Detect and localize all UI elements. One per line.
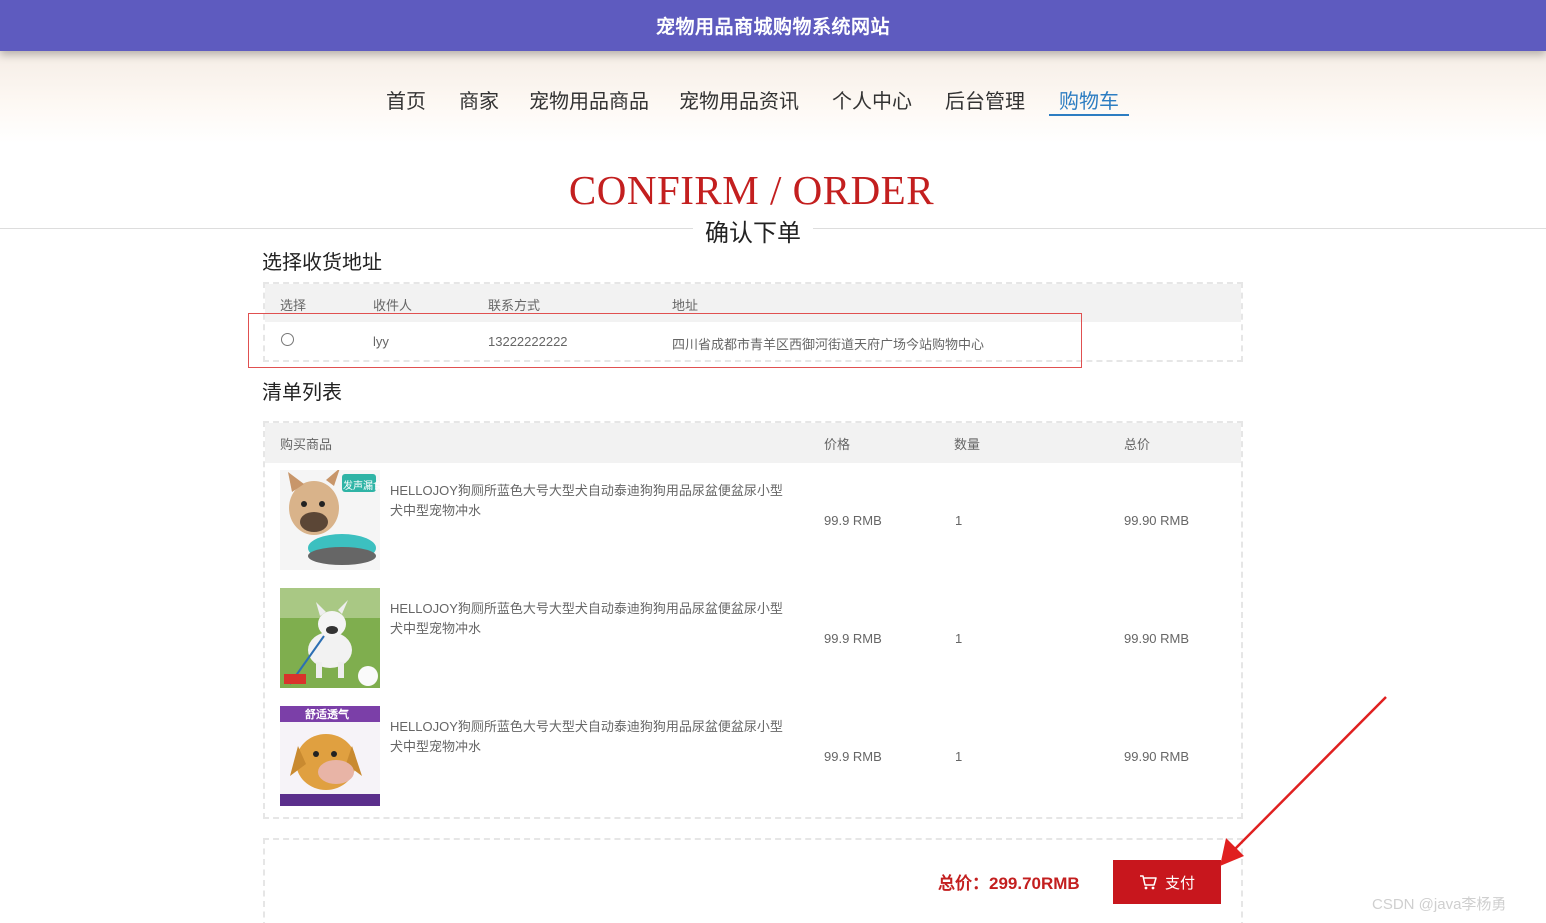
product-name[interactable]: HELLOJOY狗厕所蓝色大号大型犬自动泰迪狗狗用品尿盆便盆尿小型犬中型宠物冲水 [390,717,795,757]
cart-icon [1139,875,1157,890]
address-col-recipient: 收件人 [373,298,413,313]
thumbnail-tag: 舒适透气 [305,709,349,721]
nav-item-pet-news[interactable]: 宠物用品资讯 [679,85,799,114]
thumbnail-tag: 发声漏食 [343,481,383,492]
nav-item-home[interactable]: 首页 [386,85,426,114]
address-section-title: 选择收货地址 [262,252,382,274]
nav-active-underline [1049,114,1129,116]
page-title-cn: 确认下单 [693,213,813,248]
product-name[interactable]: HELLOJOY狗厕所蓝色大号大型犬自动泰迪狗狗用品尿盆便盆尿小型犬中型宠物冲水 [390,599,795,639]
order-col-price: 价格 [824,437,851,452]
highlight-annotation-box [248,313,1082,368]
product-total: 99.90 RMB [1124,513,1190,528]
product-thumbnail[interactable] [280,588,380,688]
watermark: CSDN @java李杨勇 [1372,896,1507,913]
site-title: 宠物用品商城购物系统网站 [655,17,890,38]
address-col-phone: 联系方式 [488,298,541,313]
top-header-bar: 宠物用品商城购物系统网站 [0,0,1546,51]
address-col-address: 地址 [672,298,699,313]
order-summary-box [263,838,1243,923]
product-qty: 1 [955,631,963,646]
product-total: 99.90 RMB [1124,631,1190,646]
order-table-header [265,423,1241,463]
nav-item-admin[interactable]: 后台管理 [945,85,1025,114]
page-title-en: CONFIRM / ORDER [568,167,935,213]
nav-item-user-center[interactable]: 个人中心 [832,85,912,114]
address-col-select: 选择 [280,298,307,313]
nav-item-merchant[interactable]: 商家 [459,85,499,114]
product-price: 99.9 RMB [824,631,882,646]
pay-button-label: 支付 [1164,874,1195,892]
nav-item-pet-products[interactable]: 宠物用品商品 [529,85,649,114]
order-total: 总价：299.70RMB [938,874,1080,893]
product-qty: 1 [955,749,963,764]
product-qty: 1 [955,513,963,528]
nav-item-cart[interactable]: 购物车 [1059,85,1119,114]
pay-button[interactable]: 支付 [1113,860,1221,904]
product-name[interactable]: HELLOJOY狗厕所蓝色大号大型犬自动泰迪狗狗用品尿盆便盆尿小型犬中型宠物冲水 [390,481,795,521]
main-nav: 首页 商家 宠物用品商品 宠物用品资讯 个人中心 后台管理 购物车 [0,51,1546,143]
order-col-product: 购买商品 [280,437,333,452]
order-col-qty: 数量 [954,437,981,452]
product-price: 99.9 RMB [824,513,882,528]
product-total: 99.90 RMB [1124,749,1190,764]
product-price: 99.9 RMB [824,749,882,764]
order-col-total: 总价 [1124,437,1151,452]
list-section-title: 清单列表 [262,382,342,404]
